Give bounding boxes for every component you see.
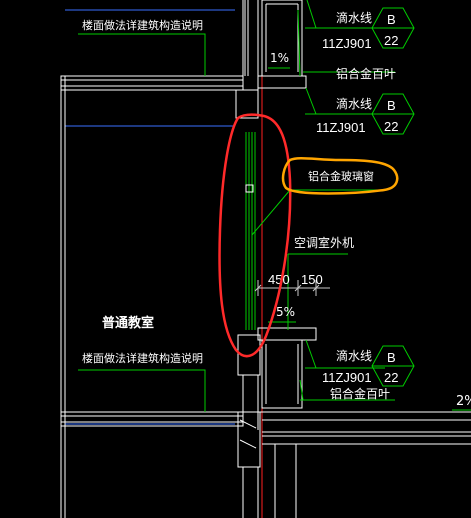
louver-top-label: 铝合金百叶 — [336, 66, 396, 81]
drip-line-label-1: 滴水线 — [336, 10, 372, 25]
drip-line-label-3: 滴水线 — [336, 348, 372, 363]
left-axis-lines — [60, 76, 66, 518]
ref-num-1: 22 — [384, 33, 398, 48]
louver-bottom-label: 铝合金百叶 — [330, 386, 390, 401]
ref-num-2: 22 — [384, 119, 398, 134]
room-name: 普通教室 — [102, 315, 154, 331]
drip-line-label-2: 滴水线 — [336, 96, 372, 111]
floor-note-top: 楼面做法详建筑构造说明 — [82, 18, 203, 32]
ref-code-2: 11ZJ901 — [316, 120, 366, 135]
slope-top: 1% — [270, 51, 289, 65]
ref-code-1: 11ZJ901 — [322, 36, 372, 51]
upper-louver-box — [257, 0, 307, 89]
top-floor-slab — [60, 75, 244, 91]
ref-num-3: 22 — [384, 370, 398, 385]
wall-section-drawing: 楼面做法详建筑构造说明 楼面做法详建筑构造说明 普通教室 滴水线 11ZJ901… — [60, 0, 471, 518]
right-balcony-slab — [258, 411, 471, 445]
cad-drawing-canvas: 楼面做法详建筑构造说明 楼面做法详建筑构造说明 普通教室 滴水线 11ZJ901… — [0, 0, 471, 518]
exterior-wall-column — [235, 0, 261, 518]
lower-right-structure — [274, 444, 297, 518]
floor-note-bottom: 楼面做法详建筑构造说明 — [82, 351, 203, 365]
glass-window-label: 铝合金玻璃窗 — [308, 169, 374, 183]
ref-code-3: 11ZJ901 — [322, 370, 372, 385]
ref-letter-2: B — [387, 98, 396, 113]
glass-window-frame — [245, 132, 256, 330]
ref-letter-3: B — [387, 350, 396, 365]
slope-mid: 5% — [276, 305, 295, 319]
dim-150: 150 — [301, 272, 323, 287]
ref-letter-1: B — [387, 12, 396, 27]
ac-unit-label: 空调室外机 — [294, 235, 354, 250]
dim-450: 450 — [268, 272, 290, 287]
slope-right: 2% — [456, 394, 471, 409]
